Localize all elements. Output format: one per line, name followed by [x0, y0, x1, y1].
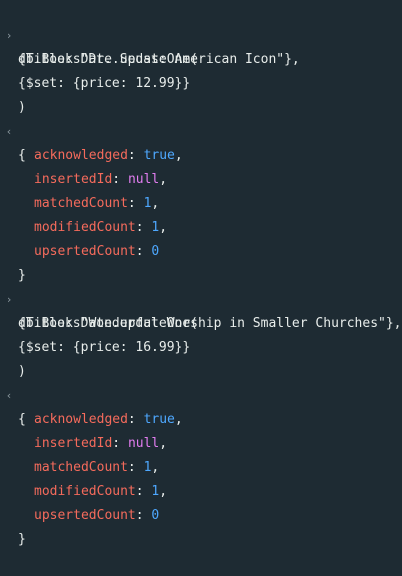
command-line: {Title: "Wonderful Worship in Smaller Ch…	[0, 288, 402, 331]
command-line: {$set: {price: 16.99}}	[0, 312, 190, 355]
field-value: 0	[151, 244, 160, 259]
result-field: upsertedCount: 0	[34, 508, 160, 523]
field-key: acknowledged	[34, 412, 128, 427]
command-line: {Title: "Dr. Seuss: American Icon"},	[0, 24, 300, 67]
result-line: ‹ {	[0, 96, 31, 163]
command-line: )	[0, 72, 31, 115]
result-line: }	[0, 240, 31, 283]
result-field: acknowledged: true,	[34, 148, 183, 163]
field-key: insertedId	[34, 436, 113, 451]
result-field: insertedId: null,	[34, 172, 168, 187]
field-key: acknowledged	[34, 148, 128, 163]
command-text: {$set: {price: 12.99}}	[18, 76, 191, 91]
field-key: matchedCount	[34, 460, 128, 475]
command-line: {$set: {price: 12.99}}	[0, 48, 190, 91]
field-value: null	[127, 436, 160, 451]
shell-console[interactable]: › db.BooksDate.updateOne( {Title: "Dr. S…	[0, 0, 402, 547]
command-text: {Title: "Dr. Seuss: American Icon"},	[18, 52, 300, 67]
result-field: modifiedCount: 1,	[34, 484, 168, 499]
field-key: upsertedCount	[34, 508, 136, 523]
result-close-brace: }	[18, 532, 26, 547]
command-line: › db.BooksDate.updateOne(	[0, 264, 198, 331]
field-key: modifiedCount	[34, 484, 136, 499]
result-field: matchedCount: 1,	[34, 196, 160, 211]
result-line: }	[0, 504, 31, 547]
command-text: {Title: "Wonderful Worship in Smaller Ch…	[18, 316, 402, 331]
field-key: matchedCount	[34, 196, 128, 211]
field-value: true	[143, 148, 175, 163]
command-text: {$set: {price: 16.99}}	[18, 340, 191, 355]
field-key: insertedId	[34, 172, 113, 187]
result-field: insertedId: null,	[34, 436, 168, 451]
field-value: null	[127, 172, 160, 187]
field-key: modifiedCount	[34, 220, 136, 235]
field-value: true	[143, 412, 175, 427]
command-line: )	[0, 336, 31, 379]
result-field: modifiedCount: 1,	[34, 220, 168, 235]
field-value: 0	[151, 508, 160, 523]
command-line: › db.BooksDate.updateOne(	[0, 0, 198, 67]
result-field: matchedCount: 1,	[34, 460, 160, 475]
result-line: ‹ {	[0, 360, 31, 427]
field-key: upsertedCount	[34, 244, 136, 259]
result-field: upsertedCount: 0	[34, 244, 160, 259]
result-field: acknowledged: true,	[34, 412, 183, 427]
